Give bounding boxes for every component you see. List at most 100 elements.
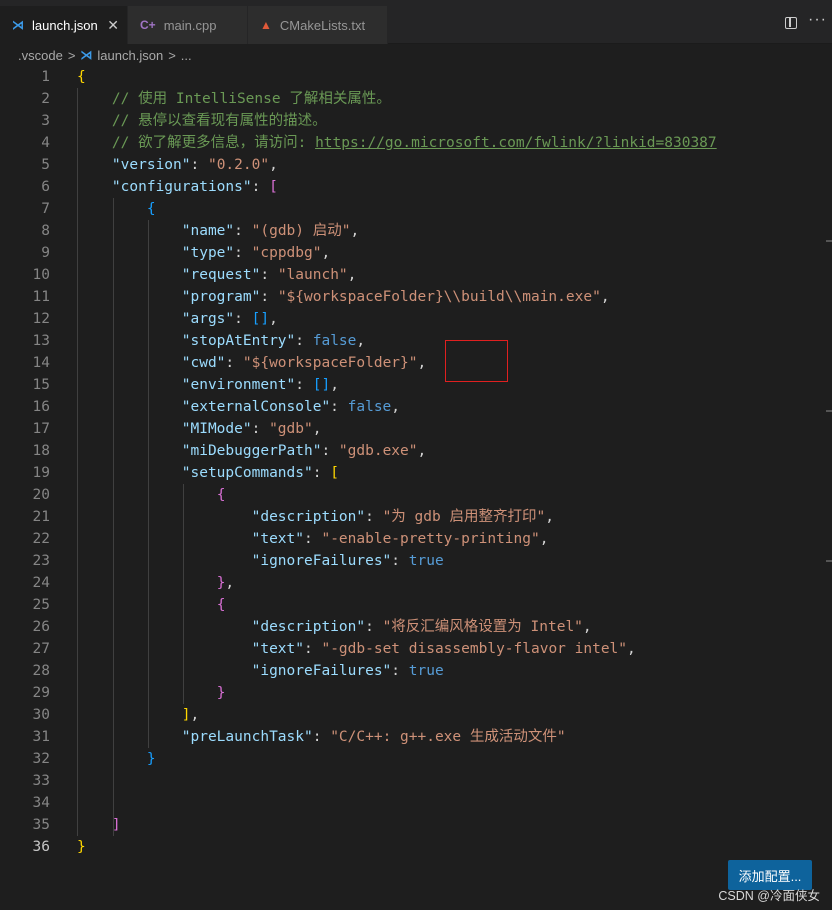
line-number: 1: [41, 69, 50, 85]
tab-label: CMakeLists.txt: [279, 17, 366, 33]
comment: // 欲了解更多信息，请访问:: [111, 135, 316, 151]
tab-launch-json[interactable]: ⋊ launch.json ✕: [0, 6, 128, 44]
code-line: 34: [0, 792, 832, 814]
line-number: 9: [41, 245, 50, 261]
tab-label: main.cpp: [163, 17, 217, 33]
code-line: 24 },: [0, 572, 832, 594]
line-number: 18: [32, 443, 50, 459]
code-line: 8 "name": "(gdb) 启动",: [0, 220, 832, 242]
line-number: 35: [32, 817, 50, 833]
code-line: 4 // 欲了解更多信息，请访问: https://go.microsoft.c…: [0, 132, 832, 154]
code-line: 36}: [0, 836, 832, 858]
json-key: "stopAtEntry": [181, 333, 296, 349]
json-key: "MIMode": [181, 421, 252, 437]
json-key: "name": [181, 223, 235, 239]
doc-link[interactable]: https://go.microsoft.com/fwlink/?linkid=…: [315, 135, 717, 151]
line-number: 14: [32, 355, 50, 371]
line-number: 22: [32, 531, 50, 547]
line-number: 19: [32, 465, 50, 481]
code-line: 17 "MIMode": "gdb",: [0, 418, 832, 440]
more-actions-icon[interactable]: ···: [808, 11, 827, 29]
code-line: 32 }: [0, 748, 832, 770]
json-key: "type": [181, 245, 235, 261]
tab-bar: ⋊ launch.json ✕ C+ main.cpp ▲ CMakeLists…: [0, 0, 832, 44]
line-number: 6: [41, 179, 50, 195]
json-key: "ignoreFailures": [251, 663, 392, 679]
line-number: 31: [32, 729, 50, 745]
code-line: 30 ],: [0, 704, 832, 726]
code-line: 31 "preLaunchTask": "C/C++: g++.exe 生成活动…: [0, 726, 832, 748]
scrollbar-marker: [826, 410, 832, 412]
line-number: 29: [32, 685, 50, 701]
line-number: 20: [32, 487, 50, 503]
code-line: 15 "environment": [],: [0, 374, 832, 396]
line-number: 11: [32, 289, 50, 305]
line-number: 12: [32, 311, 50, 327]
json-string: "0.2.0": [207, 157, 270, 173]
line-number: 27: [32, 641, 50, 657]
scrollbar-marker: [826, 560, 832, 562]
line-number: 36: [32, 839, 50, 855]
line-number: 34: [32, 795, 50, 811]
code-line: 29 }: [0, 682, 832, 704]
json-string: "将反汇编风格设置为 Intel": [382, 619, 583, 635]
json-key: "description": [251, 619, 366, 635]
line-number: 5: [41, 157, 50, 173]
code-line: 13 "stopAtEntry": false,: [0, 330, 832, 352]
line-number: 24: [32, 575, 50, 591]
json-string: "cppdbg": [251, 245, 322, 261]
json-string: "launch": [277, 267, 348, 283]
code-line: 9 "type": "cppdbg",: [0, 242, 832, 264]
json-bool: true: [408, 553, 444, 569]
json-key: "args": [181, 311, 235, 327]
json-key: "request": [181, 267, 261, 283]
code-editor[interactable]: 1{ 2 // 使用 IntelliSense 了解相关属性。 3 // 悬停以…: [0, 66, 832, 866]
tab-main-cpp[interactable]: C+ main.cpp: [128, 6, 248, 44]
json-string: "${workspaceFolder}\\build\\main.exe": [277, 289, 601, 305]
close-icon[interactable]: ✕: [107, 17, 119, 34]
line-number: 30: [32, 707, 50, 723]
line-number: 32: [32, 751, 50, 767]
tab-cmakelists[interactable]: ▲ CMakeLists.txt: [248, 6, 388, 44]
json-key: "externalConsole": [181, 399, 331, 415]
line-number: 26: [32, 619, 50, 635]
line-number: 13: [32, 333, 50, 349]
json-key: "cwd": [181, 355, 226, 371]
line-number: 2: [41, 91, 50, 107]
json-bool: false: [347, 399, 392, 415]
json-string: "gdb.exe": [338, 443, 418, 459]
vscode-json-icon: ⋊: [12, 18, 24, 32]
line-number: 21: [32, 509, 50, 525]
json-bool: false: [312, 333, 357, 349]
line-number: 16: [32, 399, 50, 415]
split-editor-icon[interactable]: [785, 17, 797, 29]
code-line: 19 "setupCommands": [: [0, 462, 832, 484]
watermark: CSDN @冷面侠女: [718, 889, 820, 903]
line-number: 8: [41, 223, 50, 239]
breadcrumb-folder[interactable]: .vscode: [18, 48, 63, 63]
code-line: 35 ]: [0, 814, 832, 836]
comment: // 悬停以查看现有属性的描述。: [111, 113, 327, 129]
json-key: "version": [111, 157, 191, 173]
json-string: "C/C++: g++.exe 生成活动文件": [330, 729, 566, 745]
line-number: 25: [32, 597, 50, 613]
breadcrumb-file[interactable]: launch.json: [97, 48, 163, 63]
cmake-icon: ▲: [260, 18, 272, 32]
scrollbar-marker: [826, 240, 832, 242]
json-string: "-enable-pretty-printing": [321, 531, 540, 547]
code-line: 27 "text": "-gdb-set disassembly-flavor …: [0, 638, 832, 660]
json-key: "environment": [181, 377, 296, 393]
line-number: 28: [32, 663, 50, 679]
json-key: "text": [251, 641, 304, 657]
json-key: "configurations": [111, 179, 252, 195]
code-line: 11 "program": "${workspaceFolder}\\build…: [0, 286, 832, 308]
code-line: 18 "miDebuggerPath": "gdb.exe",: [0, 440, 832, 462]
line-number: 10: [32, 267, 50, 283]
cpp-icon: C+: [140, 18, 156, 32]
code-line: 25 {: [0, 594, 832, 616]
breadcrumb-symbols[interactable]: ...: [181, 48, 192, 63]
code-line: 6 "configurations": [: [0, 176, 832, 198]
line-number: 3: [41, 113, 50, 129]
json-key: "program": [181, 289, 261, 305]
json-key: "preLaunchTask": [181, 729, 313, 745]
